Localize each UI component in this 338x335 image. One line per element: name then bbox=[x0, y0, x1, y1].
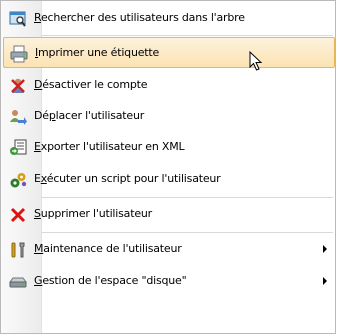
menu-item-user-maintenance[interactable]: Maintenance de l'utilisateur bbox=[3, 234, 335, 265]
menu-item-label: Gestion de l'espace "disque" bbox=[34, 274, 187, 287]
menu-item-label: Supprimer l'utilisateur bbox=[34, 207, 152, 220]
menu-separator bbox=[41, 232, 333, 233]
menu-item-search-users[interactable]: Rechercher des utilisateurs dans l'arbre bbox=[3, 3, 335, 34]
menu-item-move-user[interactable]: Déplacer l'utilisateur bbox=[3, 101, 335, 132]
menu-item-label: Rechercher des utilisateurs dans l'arbre bbox=[34, 11, 245, 24]
tools-maintenance-icon bbox=[9, 241, 27, 259]
delete-x-icon bbox=[9, 206, 27, 224]
menu-item-label: Exporter l'utilisateur en XML bbox=[34, 140, 185, 153]
menu-item-export-xml[interactable]: Exporter l'utilisateur en XML bbox=[3, 132, 335, 163]
printer-icon bbox=[10, 45, 28, 63]
submenu-arrow-icon bbox=[323, 277, 327, 285]
context-menu: Rechercher des utilisateurs dans l'arbre… bbox=[0, 0, 336, 334]
submenu-arrow-icon bbox=[323, 245, 327, 253]
disk-drive-icon bbox=[9, 273, 27, 291]
menu-item-label: Maintenance de l'utilisateur bbox=[34, 242, 182, 255]
user-move-icon bbox=[9, 108, 27, 126]
menu-item-disable-account[interactable]: Désactiver le compte bbox=[3, 70, 335, 101]
menu-item-label: Imprimer une étiquette bbox=[35, 46, 160, 59]
menu-item-label: Désactiver le compte bbox=[34, 78, 148, 91]
menu-separator bbox=[41, 35, 333, 36]
magnifier-search-icon bbox=[9, 10, 27, 28]
menu-separator bbox=[41, 197, 333, 198]
mouse-pointer-icon bbox=[249, 51, 263, 71]
menu-item-label: Déplacer l'utilisateur bbox=[34, 109, 145, 122]
menu-item-print-label[interactable]: Imprimer une étiquette bbox=[3, 37, 335, 68]
menu-item-disk-space[interactable]: Gestion de l'espace "disque" bbox=[3, 266, 335, 297]
menu-item-label: Exécuter un script pour l'utilisateur bbox=[34, 172, 221, 185]
menu-item-delete-user[interactable]: Supprimer l'utilisateur bbox=[3, 199, 335, 230]
menu-item-run-script[interactable]: Exécuter un script pour l'utilisateur bbox=[3, 164, 335, 195]
export-xml-icon bbox=[9, 139, 27, 157]
script-gears-icon bbox=[9, 171, 27, 189]
user-disable-x-icon bbox=[9, 77, 27, 95]
